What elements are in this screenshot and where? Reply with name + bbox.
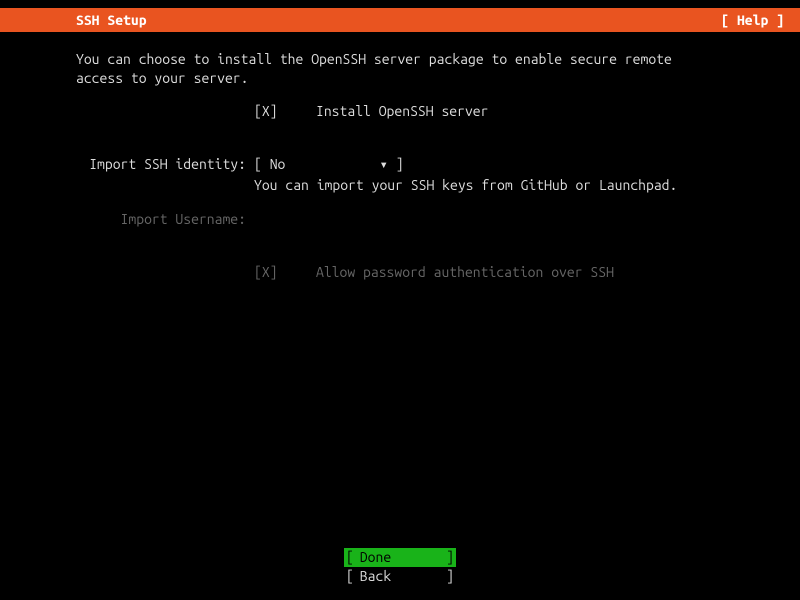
install-openssh-row: [X]Install OpenSSH server [76,102,724,121]
import-username-row: Import Username: [76,210,724,229]
chevron-down-icon: ▾ [379,155,387,174]
install-openssh-label: Install OpenSSH server [316,103,488,119]
import-username-input [254,210,724,229]
import-identity-dropdown[interactable]: [ No ▾ ] [254,155,404,174]
back-button[interactable]: [ Back ] [344,567,456,586]
import-identity-label: Import SSH identity: [76,155,254,174]
import-identity-row: Import SSH identity: [ No ▾ ] [76,155,724,174]
allow-password-row: [X]Allow password authentication over SS… [76,263,724,282]
import-identity-value: No [270,156,286,172]
import-username-label: Import Username: [76,210,254,229]
description-text: You can choose to install the OpenSSH se… [76,50,724,88]
import-identity-hint: You can import your SSH keys from GitHub… [254,176,724,195]
main-content: You can choose to install the OpenSSH se… [0,32,800,282]
done-button[interactable]: [ Done ] [344,548,456,567]
help-button[interactable]: [ Help ] [721,11,784,30]
install-openssh-checkbox[interactable]: [X] [254,102,316,121]
allow-password-checkbox: [X] [254,263,316,282]
header-bar: SSH Setup [ Help ] [0,8,800,32]
header-title: SSH Setup [76,11,147,30]
import-identity-hint-row: You can import your SSH keys from GitHub… [76,176,724,195]
footer: [ Done ] [ Back ] [0,548,800,586]
allow-password-label: Allow password authentication over SSH [316,264,614,280]
